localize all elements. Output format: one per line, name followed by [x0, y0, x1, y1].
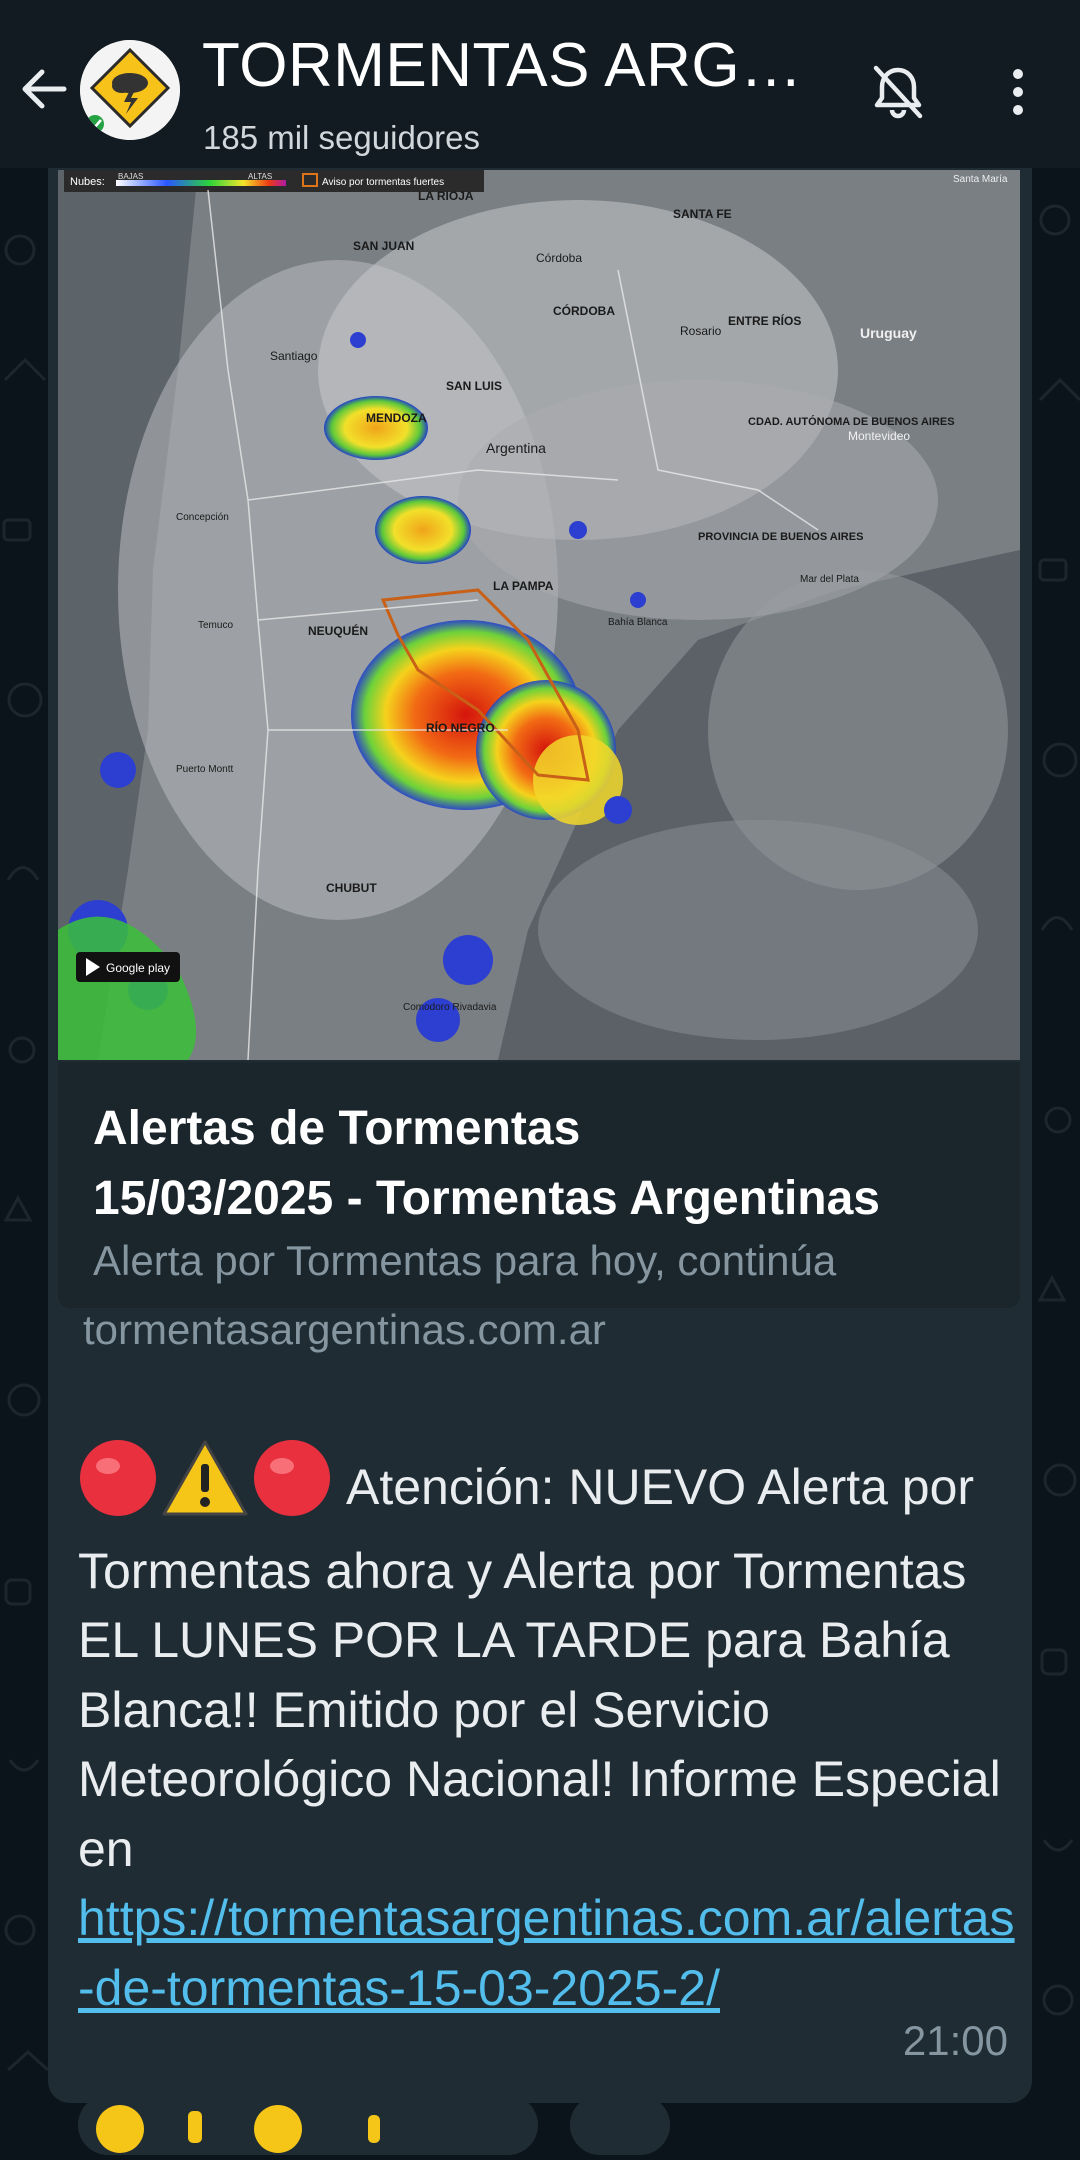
- map-label: CHUBUT: [326, 881, 377, 895]
- bell-off-icon: [873, 65, 923, 119]
- map-label: Rosario: [680, 324, 722, 338]
- map-label: Concepción: [176, 512, 229, 523]
- map-label: Mar del Plata: [800, 574, 859, 585]
- link-preview-title: Alertas de Tormentas 15/03/2025 - Tormen…: [93, 1102, 880, 1225]
- map-label: PROVINCIA DE BUENOS AIRES: [698, 531, 863, 543]
- map-label: SANTA FE: [673, 207, 732, 221]
- map-label: Santa María: [953, 174, 1008, 185]
- map-label: Córdoba: [536, 251, 582, 265]
- channel-avatar[interactable]: [80, 40, 180, 140]
- map-label: Bahía Blanca: [608, 617, 668, 628]
- storm-warning-logo: [80, 40, 180, 140]
- legend-clouds-label: Nubes:: [70, 176, 105, 188]
- map-label: LA PAMPA: [493, 579, 554, 593]
- message-text: Atención: NUEVO Alerta por Tormentas aho…: [78, 1438, 1018, 2023]
- map-label: ENTRE RÍOS: [728, 313, 801, 328]
- mute-button[interactable]: [866, 60, 930, 124]
- followers-count: 185 mil seguidores: [203, 119, 480, 156]
- red-circle-icon: [254, 1440, 330, 1516]
- message-time: 21:00: [902, 2017, 1008, 2064]
- map-label: Comodoro Rivadavia: [403, 1002, 497, 1013]
- map-label: Puerto Montt: [176, 764, 233, 775]
- emoji-sequence: [78, 1438, 336, 1537]
- forward-button[interactable]: [570, 2095, 670, 2155]
- back-button[interactable]: [14, 58, 76, 120]
- svg-text:BAJAS: BAJAS: [118, 172, 143, 181]
- emoji-reactions-icon: [96, 2105, 380, 2153]
- message-link[interactable]: https://tormentasargentinas.com.ar/alert…: [78, 1890, 1015, 2016]
- map-label: Argentina: [486, 440, 546, 456]
- more-vertical-icon: [1013, 69, 1023, 115]
- map-label: CÓRDOBA: [553, 303, 615, 318]
- link-preview-description: Alerta por Tormentas para hoy, continúa: [93, 1237, 837, 1284]
- warning-icon: [162, 1440, 248, 1516]
- more-options-button[interactable]: [990, 64, 1046, 120]
- channel-title[interactable]: TORMENTAS ARGENTINAS: [202, 30, 842, 101]
- map-label: Santiago: [270, 349, 318, 363]
- link-preview-card[interactable]: Alertas de Tormentas 15/03/2025 - Tormen…: [58, 1062, 1020, 1308]
- map-label: Temuco: [198, 620, 233, 631]
- google-play-badge: Google play: [106, 961, 170, 975]
- map-label: NEUQUÉN: [308, 623, 368, 638]
- message-bubble[interactable]: Nubes: BAJAS ALTAS Aviso por tormentas f…: [48, 168, 1032, 2103]
- map-label: MENDOZA: [366, 411, 427, 425]
- map-label: Montevideo: [848, 429, 910, 443]
- map-label: CDAD. AUTÓNOMA DE BUENOS AIRES: [748, 415, 955, 428]
- map-label: LA RIOJA: [418, 189, 474, 203]
- reactions-bar[interactable]: [78, 2095, 538, 2155]
- arrow-left-icon: [22, 69, 67, 109]
- map-label: Uruguay: [860, 325, 917, 341]
- map-label: SAN JUAN: [353, 239, 414, 253]
- svg-text:Aviso por tormentas fuertes: Aviso por tormentas fuertes: [322, 177, 444, 188]
- map-label: RÍO NEGRO: [426, 720, 495, 735]
- link-preview-image[interactable]: Nubes: BAJAS ALTAS Aviso por tormentas f…: [58, 170, 1020, 1060]
- channel-header: TORMENTAS ARGENTINAS 185 mil seguidores: [0, 0, 1080, 168]
- link-preview-domain: tormentasargentinas.com.ar: [83, 1306, 606, 1353]
- svg-text:ALTAS: ALTAS: [248, 172, 272, 181]
- storm-radar-map: Nubes: BAJAS ALTAS Aviso por tormentas f…: [58, 170, 1020, 1060]
- map-label: SAN LUIS: [446, 379, 502, 393]
- red-circle-icon: [80, 1440, 156, 1516]
